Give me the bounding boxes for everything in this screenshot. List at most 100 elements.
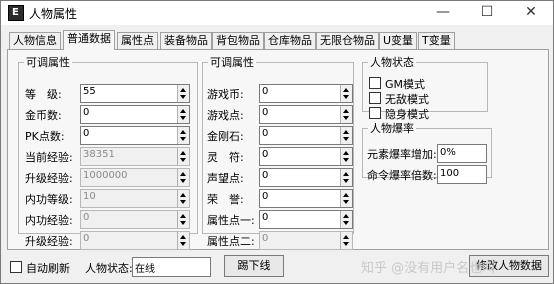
left-group-title: 可调属性 [26,56,70,69]
command-drop-value: 100 [440,168,460,179]
tab-warehouse[interactable]: 仓库物品 [264,32,316,49]
pk-points-label: PK点数: [25,130,65,143]
attr-point-1-spinbox[interactable]: 0 [259,210,353,229]
command-drop-row: 命令爆率倍数: 100 [367,165,491,184]
pk-points-row: PK点数: 0 [25,126,193,145]
window: E 人物属性 — ☐ ✕ 人物信息 普通数据 属性点 装备物品 背包物品 仓库物… [0,0,554,284]
levelup-exp-spinbox: 1000000 [80,168,190,187]
auto-refresh-checkbox[interactable]: 自动刷新 [10,260,80,275]
inner-levelup-exp-row: 升级经验: 0 [25,231,193,250]
game-coin-spinbox[interactable]: 0 [259,84,353,103]
talisman-spinbox[interactable]: 0 [259,147,353,166]
attr-point-1-row: 属性点一: 0 [207,210,353,229]
minimize-button[interactable]: — [421,1,465,25]
game-points-spinbox[interactable]: 0 [259,105,353,124]
inner-level-spinbox: 10 [80,189,190,208]
spin-arrows[interactable] [340,211,352,228]
inner-levelup-exp-label: 升级经验: [25,235,73,248]
spin-arrows[interactable] [340,127,352,144]
status-label: 人物状态: [85,262,133,275]
checkbox-box[interactable] [369,77,381,89]
diamond-label: 金刚石: [207,130,244,143]
spin-arrows [177,169,189,186]
honor-row: 荣 誉: 0 [207,189,353,208]
gold-spinbox[interactable]: 0 [80,105,190,124]
game-coin-value: 0 [262,86,269,97]
invincible-mode-label: 无敌模式 [385,93,429,106]
inner-exp-row: 内功经验: 0 [25,210,193,229]
stealth-mode-checkbox[interactable]: 隐身模式 [369,106,479,121]
spin-arrows[interactable] [177,85,189,102]
spin-arrows[interactable] [340,148,352,165]
spin-arrows[interactable] [340,169,352,186]
tab-backpack[interactable]: 背包物品 [212,32,264,49]
levelup-exp-row: 升级经验: 1000000 [25,168,193,187]
auto-refresh-label: 自动刷新 [26,262,70,275]
character-status-group: 人物状态 GM模式 无敌模式 隐身模式 [362,54,488,121]
tab-attribute-points[interactable]: 属性点 [117,32,158,49]
game-coin-row: 游戏币: 0 [207,84,353,103]
spin-arrows[interactable] [340,190,352,207]
inner-level-row: 内功等级: 10 [25,189,193,208]
tab-u-variables[interactable]: U变量 [379,32,418,49]
maximize-button[interactable]: ☐ [465,1,509,25]
element-drop-input[interactable]: 0% [437,144,487,163]
spin-arrows [177,211,189,228]
spin-arrows[interactable] [177,106,189,123]
game-points-value: 0 [262,107,269,118]
attr-point-1-label: 属性点一: [207,214,255,227]
gold-row: 金币数: 0 [25,105,193,124]
checkbox-box[interactable] [369,92,381,104]
talisman-label: 灵 符: [207,151,244,164]
spin-arrows[interactable] [340,85,352,102]
gm-mode-label: GM模式 [385,78,426,91]
tab-character-info[interactable]: 人物信息 [9,32,61,49]
levelup-exp-label: 升级经验: [25,172,73,185]
levelup-exp-value: 1000000 [83,170,128,181]
tab-t-variables[interactable]: T变量 [418,32,455,49]
middle-attributes-group: 可调属性 游戏币: 0 游戏点: 0 金刚石: 0 灵 符: 0 声望点: 0 … [202,54,354,250]
gm-mode-checkbox[interactable]: GM模式 [369,76,479,91]
command-drop-input[interactable]: 100 [437,165,487,184]
gold-label: 金币数: [25,109,62,122]
window-title: 人物属性 [29,7,78,21]
spin-arrows [177,148,189,165]
pk-points-value: 0 [83,128,90,139]
spin-arrows[interactable] [177,127,189,144]
tab-normal-data[interactable]: 普通数据 [63,30,115,50]
diamond-value: 0 [262,128,269,139]
attr-point-2-spinbox: 0 [259,231,353,250]
tab-unlimited-warehouse[interactable]: 无限仓物品 [316,32,379,49]
kick-offline-button[interactable]: 踢下线 [224,255,284,277]
element-drop-value: 0% [440,147,456,158]
title-bar: E 人物属性 — ☐ ✕ [1,1,553,25]
diamond-spinbox[interactable]: 0 [259,126,353,145]
inner-levelup-exp-spinbox: 0 [80,231,190,250]
status-group-title: 人物状态 [370,56,414,69]
invincible-mode-checkbox[interactable]: 无敌模式 [369,91,479,106]
inner-exp-label: 内功经验: [25,214,73,227]
talisman-value: 0 [262,149,269,160]
level-label: 等 级: [25,88,62,101]
game-points-label: 游戏点: [207,109,244,122]
spin-arrows [177,190,189,207]
inner-exp-value: 0 [83,212,90,223]
spin-arrows[interactable] [340,106,352,123]
command-drop-label: 命令爆率倍数: [367,169,437,182]
level-value: 55 [83,86,96,97]
element-drop-label: 元素爆率增加: [367,148,437,161]
reputation-spinbox[interactable]: 0 [259,168,353,187]
middle-group-title: 可调属性 [210,56,254,69]
level-spinbox[interactable]: 55 [80,84,190,103]
current-exp-row: 当前经验: 38351 [25,147,193,166]
checkbox-box[interactable] [369,107,381,119]
left-attributes-group: 可调属性 等 级: 55 金币数: 0 PK点数: 0 当前经验: 38351 … [18,54,198,250]
attr-point-2-label: 属性点二: [207,235,255,248]
pk-points-spinbox[interactable]: 0 [80,126,190,145]
close-button[interactable]: ✕ [509,1,553,25]
tab-equipment[interactable]: 装备物品 [160,32,212,49]
checkbox-box[interactable] [10,261,22,273]
attr-point-2-value: 0 [262,233,269,244]
attr-point-1-value: 0 [262,212,269,223]
honor-spinbox[interactable]: 0 [259,189,353,208]
